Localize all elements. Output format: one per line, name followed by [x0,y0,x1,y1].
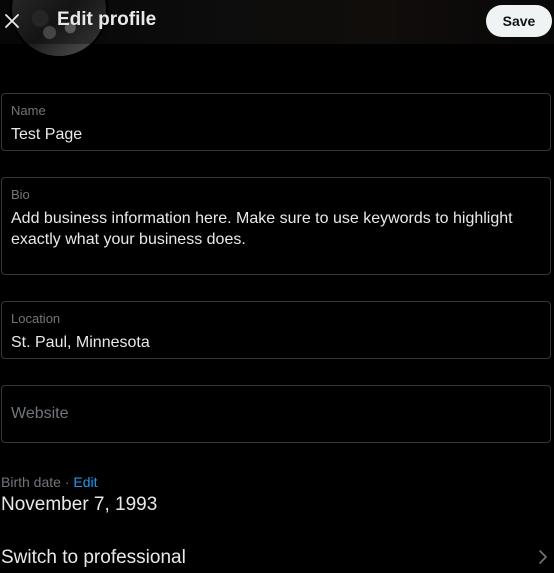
location-field[interactable]: Location St. Paul, Minnesota [1,301,551,359]
birth-date-label: Birth date [1,474,61,490]
chevron-right-icon [539,550,547,564]
bio-textarea[interactable]: Add business information here. Make sure… [11,208,538,250]
bio-field[interactable]: Bio Add business information here. Make … [1,177,551,275]
location-input[interactable]: St. Paul, Minnesota [11,332,538,353]
name-input[interactable]: Test Page [11,124,538,145]
location-field-label: Location [11,311,61,326]
website-field[interactable]: Website [1,385,551,443]
bio-field-label: Bio [11,187,30,202]
birth-date-value: November 7, 1993 [1,494,158,515]
switch-to-professional-row[interactable]: Switch to professional [0,543,554,573]
birth-date-separator: · [60,474,74,490]
page-title: Edit profile [57,9,157,30]
birth-date-label-row: Birth date · Edit [1,474,98,490]
close-button[interactable] [0,6,24,36]
switch-to-professional-label: Switch to professional [1,547,186,568]
name-field-label: Name [11,103,46,118]
birth-date-edit-link[interactable]: Edit [73,474,97,490]
close-icon [5,14,19,28]
name-field[interactable]: Name Test Page [1,93,551,151]
save-button[interactable]: Save [486,5,552,37]
website-input[interactable]: Website [11,405,69,423]
